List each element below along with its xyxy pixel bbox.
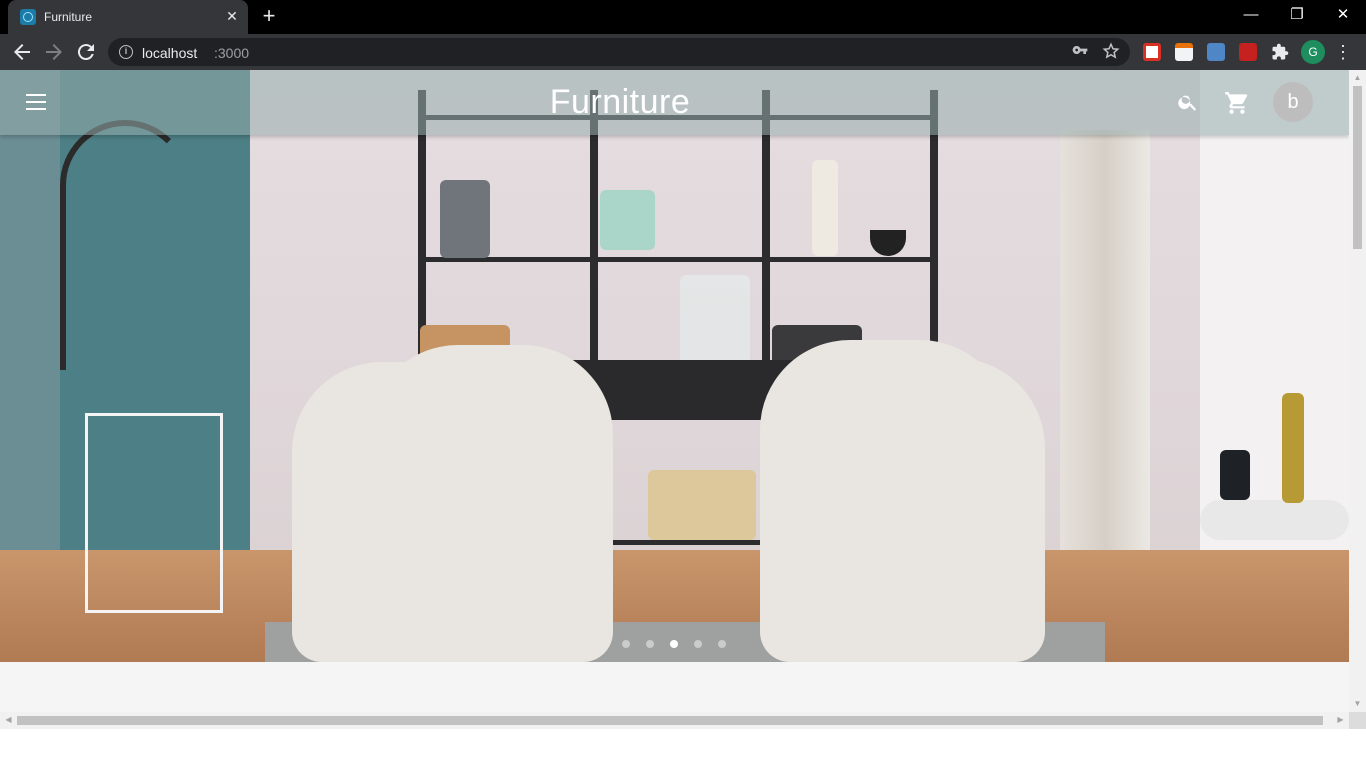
carousel-dot[interactable] [646, 640, 654, 648]
tab-strip: Furniture ✕ + — ❐ ✕ [0, 0, 1366, 34]
bug-extension-icon[interactable] [1239, 43, 1257, 61]
forward-icon[interactable] [42, 40, 66, 64]
browser-tab[interactable]: Furniture ✕ [8, 0, 248, 34]
scroll-right-icon[interactable]: ▶ [1332, 712, 1349, 728]
scrollbar-corner [1349, 712, 1366, 729]
search-icon[interactable] [1177, 91, 1199, 113]
pocket-extension-icon[interactable] [1143, 43, 1161, 61]
key-icon[interactable] [1070, 42, 1090, 62]
carousel-dot[interactable] [622, 640, 630, 648]
page-viewport: Furniture b [0, 70, 1349, 712]
vertical-scrollbar[interactable]: ▲ ▼ [1349, 70, 1366, 712]
info-icon[interactable]: i [119, 45, 133, 59]
menu-icon[interactable]: ⋮ [1334, 40, 1352, 64]
tab-close-icon[interactable]: ✕ [224, 8, 240, 24]
new-tab-button[interactable]: + [258, 5, 280, 28]
react-favicon-icon [20, 9, 36, 25]
calendar-extension-icon[interactable] [1175, 43, 1193, 61]
extensions-icon[interactable] [1271, 43, 1289, 61]
user-avatar[interactable]: b [1273, 82, 1313, 122]
carousel-dot[interactable] [718, 640, 726, 648]
close-window-button[interactable]: ✕ [1320, 0, 1366, 32]
address-bar[interactable]: i localhost :3000 [108, 38, 1130, 66]
url-host: localhost [142, 45, 198, 61]
app-bar: Furniture b [0, 70, 1349, 135]
grid-extension-icon[interactable] [1207, 43, 1225, 61]
scroll-left-icon[interactable]: ◀ [0, 712, 17, 728]
scroll-up-icon[interactable]: ▲ [1349, 70, 1366, 86]
star-icon[interactable] [1101, 42, 1121, 62]
shopping-cart-icon[interactable] [1224, 90, 1250, 116]
carousel-dot-active[interactable] [670, 640, 678, 648]
carousel-indicators [620, 637, 730, 651]
carousel-dot[interactable] [694, 640, 702, 648]
scroll-down-icon[interactable]: ▼ [1349, 696, 1366, 712]
profile-avatar[interactable]: G [1301, 40, 1325, 64]
reload-icon[interactable] [74, 40, 98, 64]
url-port: :3000 [214, 45, 250, 61]
restore-button[interactable]: ❐ [1274, 0, 1320, 32]
tab-title: Furniture [44, 10, 93, 24]
horizontal-scrollbar-thumb[interactable] [17, 716, 1323, 725]
hero-carousel-image: Furniture b [0, 70, 1349, 662]
horizontal-scrollbar[interactable]: ◀ ▶ [0, 712, 1349, 729]
minimize-button[interactable]: — [1228, 0, 1274, 32]
browser-toolbar: i localhost :3000 G ⋮ [0, 34, 1366, 70]
vertical-scrollbar-thumb[interactable] [1353, 86, 1362, 249]
window-bottom [0, 729, 1366, 768]
app-title: Furniture [549, 83, 691, 121]
back-icon[interactable] [10, 40, 34, 64]
